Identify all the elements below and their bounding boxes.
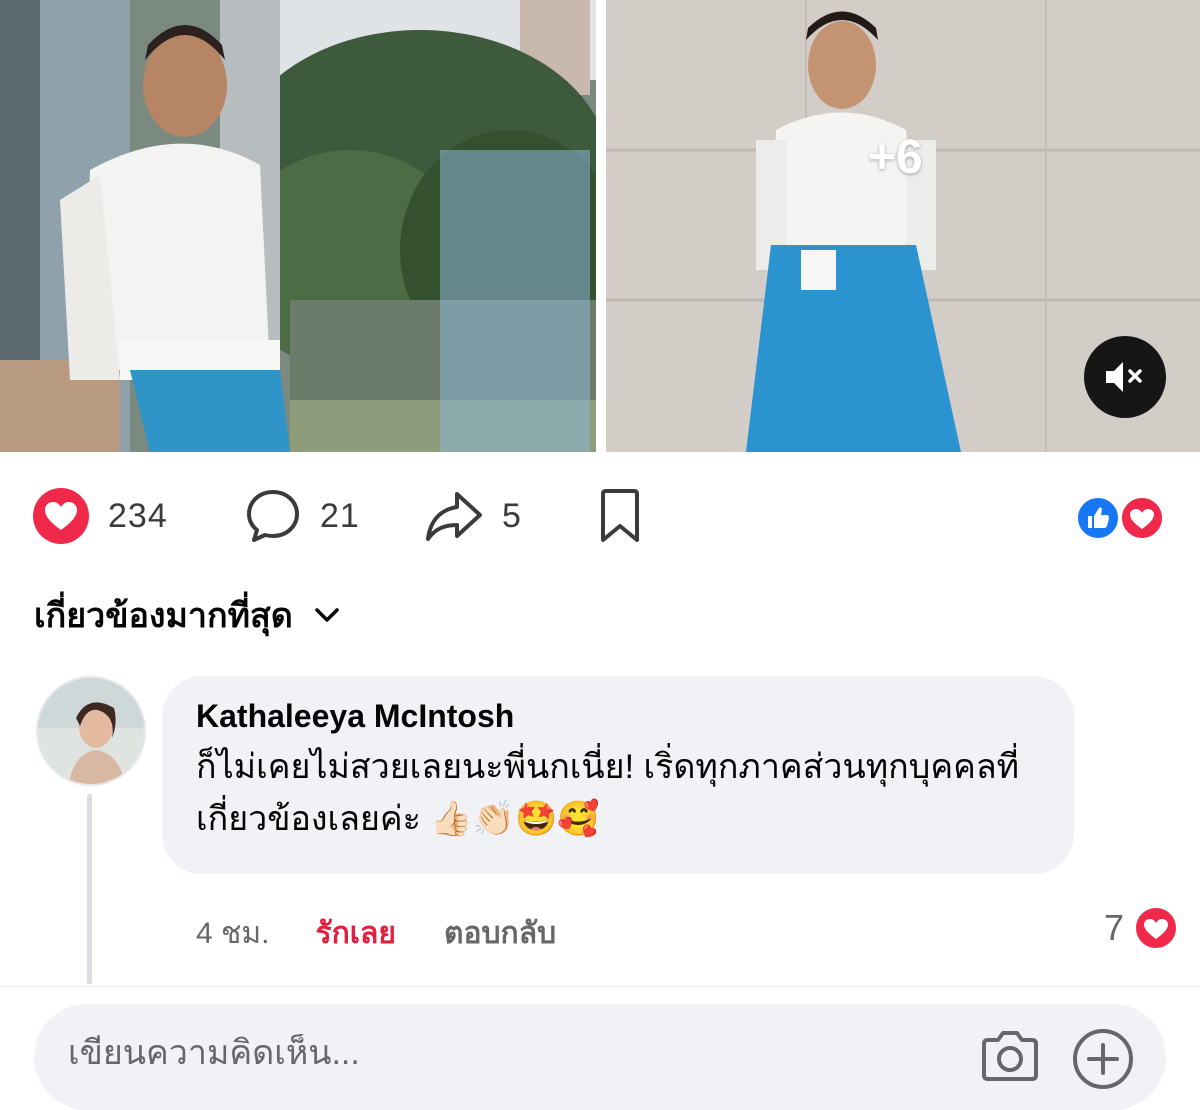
post-photo-1[interactable] [0,0,596,452]
comment-sort-dropdown[interactable]: เกี่ยวข้องมากที่สุด [34,588,341,642]
comment-icon [247,490,299,542]
like-reaction-icon [1076,496,1120,540]
comment-meta: 4 ชม. รักเลย ตอบกลับ [196,910,556,957]
bookmark-icon [601,489,639,542]
camera-icon[interactable] [978,1028,1042,1084]
comment-composer [34,1004,1166,1110]
comment-time[interactable]: 4 ชม. [196,910,270,957]
like-action[interactable]: 234 [32,470,168,562]
post-action-bar: 234 21 5 [0,470,1200,562]
comment-bubble[interactable]: Kathaleeya McIntosh ก็ไม่เคยไม่สวยเลยนะพ… [162,676,1074,874]
comment-reaction-count[interactable]: 7 [1104,906,1178,950]
share-action[interactable]: 5 [424,470,522,562]
comment-action[interactable]: 21 [244,470,360,562]
comments-count: 21 [320,496,360,535]
comment-emojis: 👍🏻👏🏻🤩🥰 [430,800,600,838]
more-photos-count[interactable]: +6 [868,130,923,185]
mute-button[interactable] [1084,336,1166,418]
add-icon[interactable] [1072,1028,1134,1090]
sort-label: เกี่ยวข้องมากที่สุด [34,597,293,635]
chevron-down-icon [315,608,339,622]
commenter-avatar[interactable] [36,676,146,786]
heart-icon [33,488,89,544]
reply-button[interactable]: ตอบกลับ [444,910,556,957]
comment-reaction-number: 7 [1103,907,1124,948]
speaker-muted-icon [1106,362,1142,392]
shares-count: 5 [502,496,522,535]
comment-body: ก็ไม่เคยไม่สวยเลยนะพี่นกเนี่ย! เริ่ดทุกภ… [196,748,1020,838]
thread-line [87,794,92,984]
love-reaction-icon [1134,906,1178,950]
share-icon [426,492,482,541]
comment-text: ก็ไม่เคยไม่สวยเลยนะพี่นกเนี่ย! เริ่ดทุกภ… [196,741,1056,845]
reaction-summary[interactable] [1076,496,1168,540]
love-reaction-icon [1120,496,1164,540]
likes-count: 234 [108,496,168,535]
composer-divider [0,986,1200,987]
save-action[interactable] [598,470,642,562]
comment-input[interactable] [68,1034,928,1073]
love-react-button[interactable]: รักเลย [316,910,397,957]
post-media-grid: +6 [0,0,1200,452]
comment-author[interactable]: Kathaleeya McIntosh [196,698,1040,735]
